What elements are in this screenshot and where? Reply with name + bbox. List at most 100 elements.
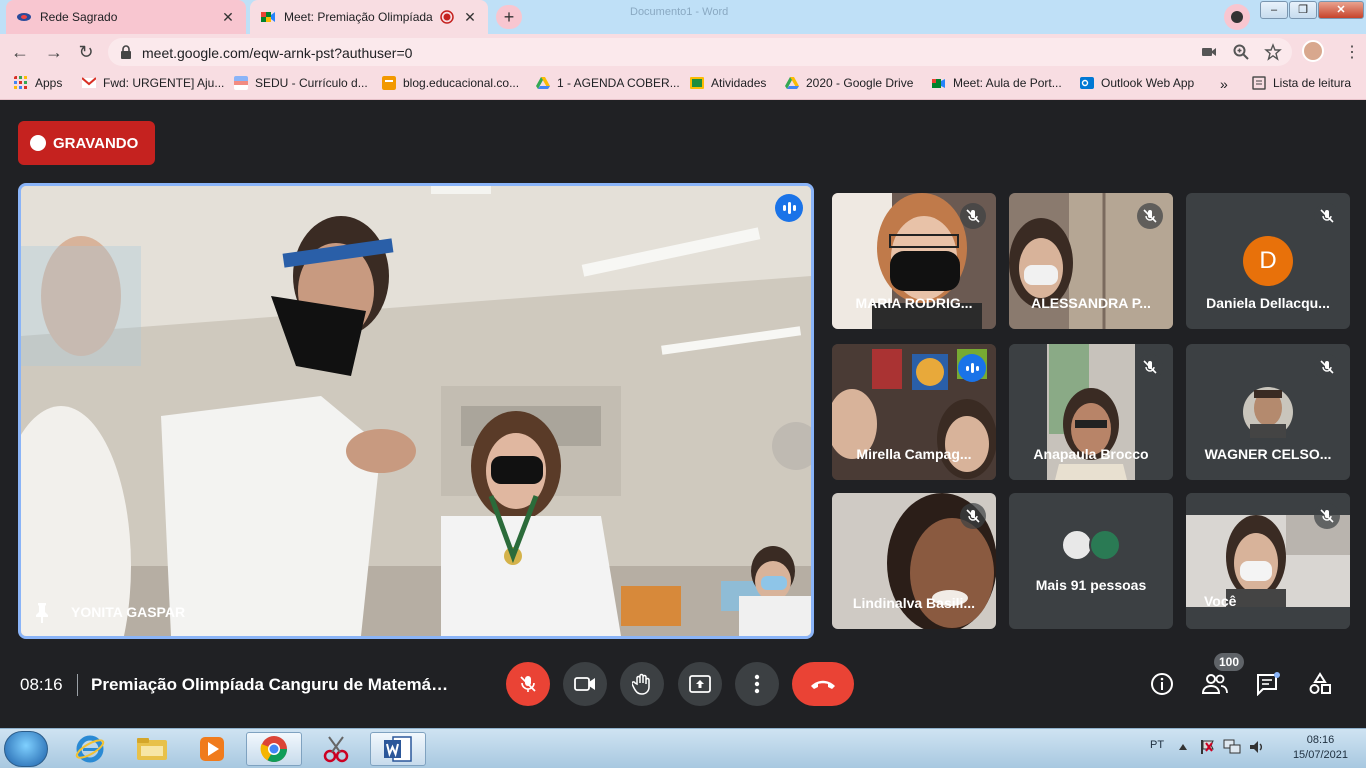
chat-button[interactable] — [1254, 670, 1282, 698]
mic-off-icon — [520, 676, 536, 692]
browser-menu-icon[interactable]: ⋮ — [1344, 42, 1360, 62]
microphone-off-button[interactable] — [506, 662, 550, 706]
url-text: meet.google.com/eqw-arnk-pst?authuser=0 — [142, 45, 413, 61]
zoom-icon[interactable] — [1232, 43, 1250, 61]
start-button[interactable] — [4, 731, 48, 767]
bookmark-gmail[interactable]: Fwd: URGENTE] Aju... — [82, 76, 224, 90]
windows-taskbar: PT 08:16 15/07/2021 — [0, 728, 1366, 768]
tab-label: Meet: Premiação Olimpíada — [284, 10, 433, 24]
bookmark-label: SEDU - Currículo d... — [255, 76, 368, 90]
bookmark-label: Meet: Aula de Port... — [953, 76, 1062, 90]
meeting-details-button[interactable] — [1148, 670, 1176, 698]
taskbar-snipping-tool[interactable] — [308, 732, 364, 766]
participant-tile[interactable]: Mirella Campag... — [832, 344, 996, 480]
activities-shapes-icon — [1309, 672, 1331, 694]
more-participants-tile[interactable]: Mais 91 pessoas — [1009, 493, 1173, 629]
volume-icon[interactable] — [1248, 738, 1266, 756]
flag-action-center-icon[interactable] — [1198, 738, 1216, 756]
participant-tile[interactable]: Lindinalva Basili... — [832, 493, 996, 629]
taskbar-media-player[interactable] — [184, 732, 240, 766]
participants-button[interactable] — [1201, 670, 1229, 698]
muted-mic-icon — [960, 503, 986, 529]
leave-call-button[interactable] — [792, 662, 854, 706]
raise-hand-icon — [632, 673, 650, 695]
reading-list-button[interactable]: Lista de leitura — [1252, 76, 1351, 90]
main-participant-name: YONITA GASPAR — [71, 604, 186, 620]
gmail-icon — [82, 77, 96, 88]
chat-icon — [1257, 672, 1280, 696]
close-window-button[interactable]: ✕ — [1318, 1, 1364, 19]
clock-date: 15/07/2021 — [1292, 749, 1348, 761]
back-arrow-icon[interactable]: ← — [8, 40, 32, 64]
info-icon — [1151, 673, 1173, 695]
recording-dot-icon — [30, 135, 46, 151]
tab-search-button[interactable] — [1224, 4, 1250, 30]
media-player-icon — [200, 737, 224, 761]
tab-close-icon[interactable]: ✕ — [220, 9, 236, 26]
participant-tile[interactable]: ALESSANDRA P... — [1009, 193, 1173, 329]
camera-in-use-icon[interactable] — [1200, 43, 1218, 61]
google-meet-icon — [932, 79, 945, 88]
tab-label: Rede Sagrado — [40, 10, 118, 24]
system-clock[interactable]: 08:16 15/07/2021 — [1293, 733, 1348, 763]
bookmark-label: Apps — [35, 76, 63, 90]
more-bookmarks-button[interactable]: » — [1220, 76, 1228, 92]
microsoft-word-icon — [384, 736, 412, 762]
apps-grid-icon — [14, 76, 27, 89]
main-video-tile[interactable]: YONITA GASPAR — [18, 183, 814, 639]
forward-arrow-icon[interactable]: → — [42, 40, 66, 64]
reload-icon[interactable]: ↻ — [74, 40, 98, 64]
bookmark-drive-2020[interactable]: 2020 - Google Drive — [785, 76, 913, 90]
bookmark-star-icon[interactable] — [1264, 43, 1282, 61]
chrome-icon — [260, 736, 288, 763]
bookmarks-bar: Apps Fwd: URGENTE] Aju... SEDU - Currícu… — [0, 70, 1366, 100]
participant-tile[interactable]: D Daniela Dellacqu... — [1186, 193, 1350, 329]
blog-icon — [382, 76, 396, 90]
bookmark-sedu[interactable]: SEDU - Currículo d... — [234, 76, 368, 90]
new-tab-button[interactable]: + — [496, 5, 522, 29]
bookmark-outlook[interactable]: Outlook Web App — [1080, 76, 1194, 90]
google-meet-favicon-icon — [261, 12, 275, 22]
self-view-tile[interactable]: Você — [1186, 493, 1350, 629]
address-bar[interactable]: meet.google.com/eqw-arnk-pst?authuser=0 — [108, 38, 1292, 66]
snipping-tool-icon — [323, 736, 349, 763]
show-hidden-icons-icon[interactable] — [1178, 742, 1188, 752]
people-icon — [1202, 674, 1228, 694]
bookmark-apps[interactable]: Apps — [14, 76, 62, 90]
camera-button[interactable] — [563, 662, 607, 706]
tab-close-icon[interactable]: ✕ — [462, 9, 478, 26]
bookmark-meet-aula[interactable]: Meet: Aula de Port... — [932, 76, 1062, 90]
activities-button[interactable] — [1306, 670, 1334, 698]
bookmark-label: Outlook Web App — [1101, 76, 1195, 90]
other-participant-avatar — [1089, 529, 1121, 561]
minimize-button[interactable]: – — [1260, 1, 1288, 19]
pin-icon[interactable] — [33, 602, 51, 624]
taskbar-chrome[interactable] — [246, 732, 302, 766]
network-icon[interactable] — [1222, 738, 1242, 756]
participant-name: WAGNER CELSO... — [1204, 446, 1332, 462]
tab-rede-sagrado[interactable]: Rede Sagrado ✕ — [6, 0, 246, 34]
browser-titlebar: Rede Sagrado ✕ Meet: Premiação Olimpíada… — [0, 0, 1366, 34]
tab-meet[interactable]: Meet: Premiação Olimpíada ✕ — [250, 0, 488, 34]
muted-mic-icon — [1137, 354, 1163, 380]
participant-tile[interactable]: MARIA RODRIG... — [832, 193, 996, 329]
participant-tile[interactable]: Anapaula Brocco — [1009, 344, 1173, 480]
participant-tile[interactable]: WAGNER CELSO... — [1186, 344, 1350, 480]
profile-avatar[interactable] — [1302, 40, 1324, 62]
maximize-button[interactable]: ❐ — [1289, 1, 1317, 19]
bookmark-agenda[interactable]: 1 - AGENDA COBER... — [536, 76, 680, 90]
present-screen-button[interactable] — [678, 662, 722, 706]
meet-area: GRAVANDO YONITA GASPAR MARIA RODRIG... A… — [0, 101, 1366, 728]
taskbar-word[interactable] — [370, 732, 426, 766]
taskbar-internet-explorer[interactable] — [62, 732, 118, 766]
lock-icon — [121, 45, 131, 59]
bookmark-blog[interactable]: blog.educacional.co... — [382, 76, 519, 90]
language-indicator[interactable]: PT — [1150, 739, 1164, 751]
raise-hand-button[interactable] — [620, 662, 664, 706]
more-options-button[interactable] — [735, 662, 779, 706]
outlook-icon — [1080, 77, 1094, 89]
speaking-indicator-icon — [775, 194, 803, 222]
bookmark-atividades[interactable]: Atividades — [690, 76, 766, 90]
bookmark-label: 2020 - Google Drive — [806, 76, 914, 90]
taskbar-file-explorer[interactable] — [124, 732, 180, 766]
